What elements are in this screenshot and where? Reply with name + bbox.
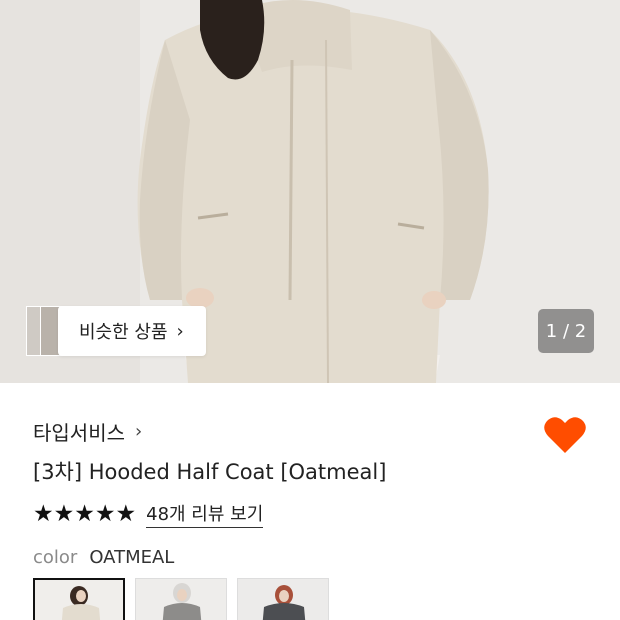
- star-icon: ★: [53, 500, 75, 527]
- color-swatch-grey[interactable]: [135, 578, 227, 620]
- color-option-row: color OATMEAL: [33, 547, 174, 568]
- image-page-indicator: 1 / 2: [538, 309, 594, 353]
- color-swatch-charcoal[interactable]: [237, 578, 329, 620]
- star-icon: ★: [94, 500, 116, 527]
- selected-color-value: OATMEAL: [89, 547, 175, 568]
- product-rating: ★ ★ ★ ★ ★ 48개 리뷰 보기: [33, 500, 264, 528]
- color-label: color: [33, 547, 78, 568]
- similar-products-button[interactable]: 비슷한 상품 ›: [58, 306, 206, 356]
- brand-name: 타입서비스: [33, 421, 125, 445]
- wishlist-heart-icon[interactable]: [543, 415, 587, 455]
- chevron-right-icon: ›: [176, 320, 184, 342]
- star-icon: ★: [74, 500, 95, 527]
- rating-stars: ★ ★ ★ ★ ★: [33, 500, 137, 527]
- chevron-right-icon: ›: [135, 421, 143, 442]
- star-icon: ★: [33, 500, 54, 527]
- brand-link[interactable]: 타입서비스 ›: [33, 417, 142, 446]
- color-swatch-oatmeal[interactable]: [33, 578, 125, 620]
- similar-products-label: 비슷한 상품: [79, 322, 168, 343]
- product-image-carousel[interactable]: 비슷한 상품 › 1 / 2: [0, 0, 620, 383]
- product-title: [3차] Hooded Half Coat [Oatmeal]: [33, 460, 387, 484]
- view-reviews-link[interactable]: 48개 리뷰 보기: [146, 500, 264, 528]
- star-icon: ★: [115, 500, 137, 527]
